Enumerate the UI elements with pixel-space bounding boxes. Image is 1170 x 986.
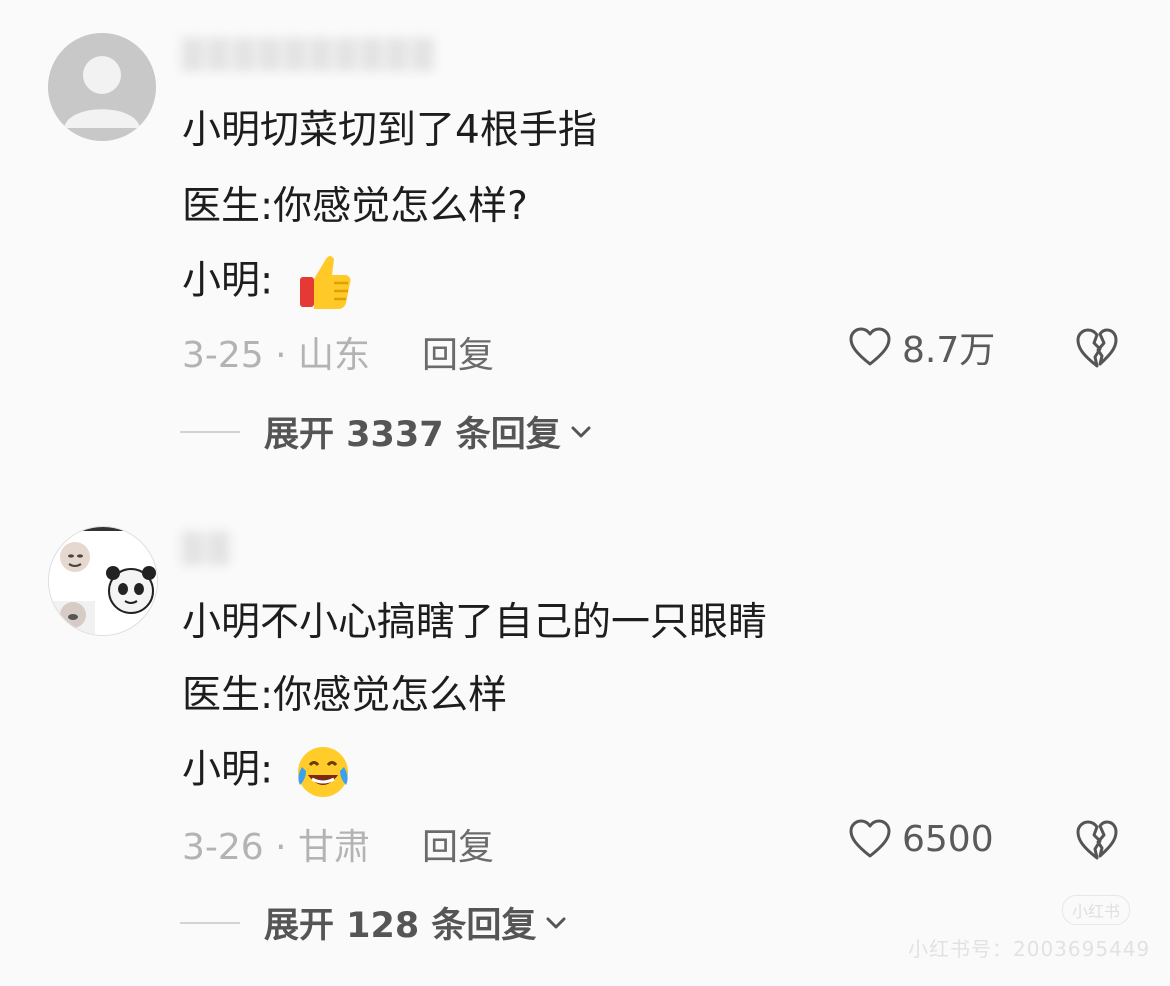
chevron-down-icon xyxy=(546,917,566,928)
date-location: 3-25 · 山东 xyxy=(182,335,371,376)
like-button[interactable]: 6500 xyxy=(848,817,994,861)
divider-dash xyxy=(180,430,240,433)
heart-icon xyxy=(849,327,891,366)
default-avatar-icon xyxy=(48,33,156,141)
thumbs-up-icon xyxy=(299,256,351,309)
chevron-down-icon xyxy=(571,426,591,437)
comment-text-line: 小明: xyxy=(182,743,352,801)
divider-dash xyxy=(180,921,240,924)
laughing-crying-face-icon xyxy=(297,747,348,797)
username-blurred[interactable]: ██████████ xyxy=(182,38,562,71)
comment-1: ██████████ 小明切菜切到了4根手指 医生:你感觉怎么样? 小明: 3-… xyxy=(0,0,1170,470)
heart-icon xyxy=(849,819,891,858)
dislike-broken-heart-icon[interactable] xyxy=(1074,326,1120,370)
comment-text-line: 小明不小心搞瞎了自己的一只眼睛 xyxy=(182,600,768,645)
reply-button[interactable]: 回复 xyxy=(422,818,494,870)
comment-text-line: 医生:你感觉怎么样? xyxy=(182,184,528,229)
watermark-text: 小红书号：2003695449 xyxy=(908,937,1151,961)
like-button[interactable]: 8.7万 xyxy=(848,325,995,371)
reply-button[interactable]: 回复 xyxy=(422,326,494,378)
comment-text-line: 医生:你感觉怎么样 xyxy=(182,673,508,718)
like-count: 6500 xyxy=(902,818,994,860)
comment-text-line-label: 小明: xyxy=(182,258,274,304)
comment-text-line-label: 小明: xyxy=(182,747,274,793)
expand-replies-button[interactable]: 展开 3337 条回复 xyxy=(180,406,593,457)
expand-replies-label: 展开 128 条回复 xyxy=(264,906,537,946)
comment-text-line: 小明: xyxy=(182,253,354,313)
avatar[interactable] xyxy=(48,33,156,141)
avatar[interactable] xyxy=(48,526,158,636)
date-location: 3-26 · 甘肃 xyxy=(182,827,371,868)
username-blurred[interactable]: ██ xyxy=(182,532,262,565)
expand-replies-label: 展开 3337 条回复 xyxy=(264,415,561,455)
comment-2: ██ 小明不小心搞瞎了自己的一只眼睛 医生:你感觉怎么样 小明: 3-26 · … xyxy=(0,500,1170,986)
expand-replies-button[interactable]: 展开 128 条回复 xyxy=(180,897,568,948)
like-count: 8.7万 xyxy=(902,330,996,371)
comment-text-line: 小明切菜切到了4根手指 xyxy=(182,108,597,153)
watermark-badge: 小红书 xyxy=(1062,895,1130,925)
dislike-broken-heart-icon[interactable] xyxy=(1074,818,1120,862)
meme-faces-avatar-icon xyxy=(49,527,157,635)
